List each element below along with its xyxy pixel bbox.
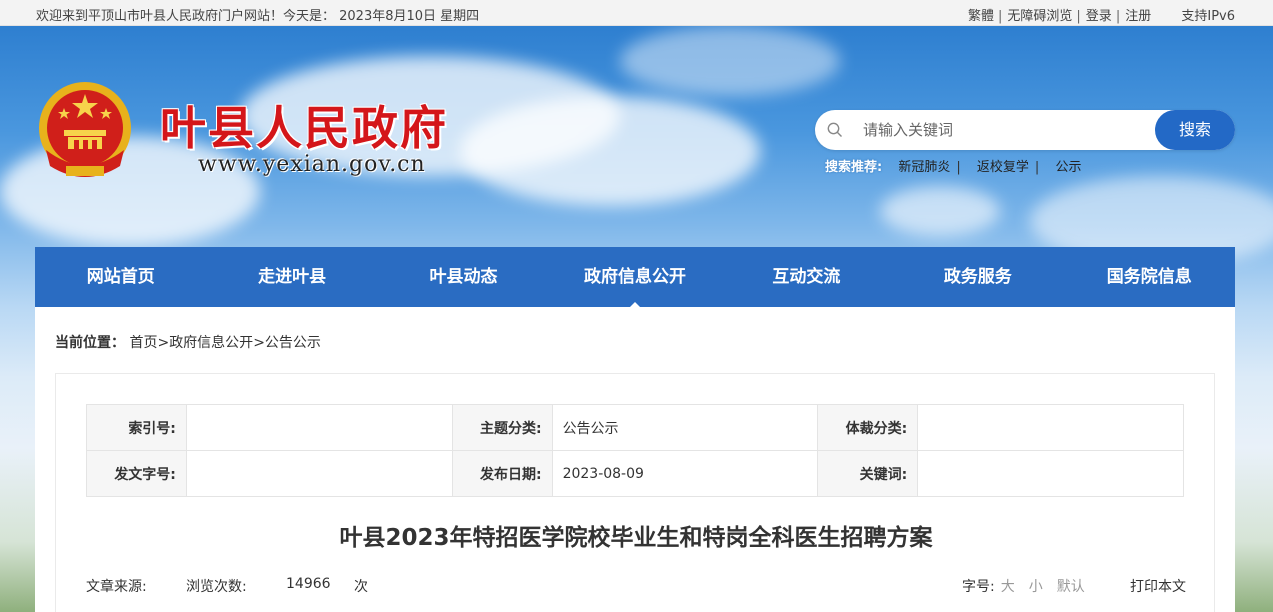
source-label: 文章来源: bbox=[86, 579, 147, 595]
doc-no-value bbox=[185, 450, 453, 497]
search-icon bbox=[827, 122, 842, 137]
ipv6-link[interactable]: 支持IPv6 bbox=[1181, 9, 1235, 24]
nav-gov-service[interactable]: 政务服务 bbox=[892, 247, 1063, 307]
views-label: 浏览次数: bbox=[186, 579, 247, 595]
site-url: www.yexian.gov.cn bbox=[198, 152, 426, 177]
nav-home[interactable]: 网站首页 bbox=[35, 247, 206, 307]
breadcrumb-notice[interactable]: 公告公示 bbox=[265, 335, 321, 351]
meta-table: 索引号: 主题分类: 公告公示 体裁分类: 发文字号: 发布日期: 2023-0… bbox=[86, 404, 1184, 497]
font-size-default[interactable]: 默认 bbox=[1057, 579, 1085, 595]
content-panel: 当前位置： 首页>政府信息公开>公告公示 索引号: 主题分类: 公告公示 体裁分… bbox=[35, 307, 1235, 612]
nav-interaction[interactable]: 互动交流 bbox=[721, 247, 892, 307]
doc-no-label: 发文字号: bbox=[86, 450, 187, 497]
top-bar: 欢迎来到平顶山市叶县人民政府门户网站！今天是： 2023年8月10日 星期四 繁… bbox=[0, 0, 1273, 26]
date-label: 发布日期: bbox=[451, 450, 553, 497]
views-unit: 次 bbox=[354, 579, 368, 595]
accessibility-link[interactable]: 无障碍浏览 bbox=[1007, 9, 1072, 24]
font-size-small[interactable]: 小 bbox=[1029, 579, 1043, 595]
font-size-label: 字号: bbox=[962, 579, 995, 595]
hot-item-notice[interactable]: 公示 bbox=[1055, 160, 1081, 175]
search-button[interactable]: 搜索 bbox=[1155, 110, 1235, 150]
topic-value: 公告公示 bbox=[551, 404, 819, 451]
views-count: 14966 bbox=[286, 576, 331, 592]
site-title: 叶县人民政府 bbox=[160, 101, 448, 155]
login-link[interactable]: 登录 bbox=[1086, 9, 1112, 24]
genre-label: 体裁分类: bbox=[817, 404, 919, 451]
date-value: 2023-08-09 bbox=[551, 450, 819, 497]
print-button[interactable]: 打印本文 bbox=[1130, 576, 1186, 596]
search-recommendations: 搜索推荐: 新冠肺炎 | 返校复学 | 公示 bbox=[825, 160, 1082, 175]
topic-label: 主题分类: bbox=[451, 404, 553, 451]
meta-row: 索引号: 主题分类: 公告公示 体裁分类: bbox=[86, 404, 1184, 451]
traditional-chinese-link[interactable]: 繁體 bbox=[968, 9, 994, 24]
register-link[interactable]: 注册 bbox=[1125, 9, 1151, 24]
search-input[interactable] bbox=[863, 118, 1143, 142]
hot-item-covid[interactable]: 新冠肺炎 bbox=[898, 160, 950, 175]
nav-news[interactable]: 叶县动态 bbox=[378, 247, 549, 307]
font-size-controls: 字号: 大小默认 bbox=[962, 576, 1085, 596]
breadcrumb: 当前位置： 首页>政府信息公开>公告公示 bbox=[55, 335, 321, 351]
index-no-value bbox=[185, 404, 453, 451]
search-recommend-label: 搜索推荐: bbox=[825, 160, 883, 175]
index-no-label: 索引号: bbox=[86, 404, 187, 451]
breadcrumb-label: 当前位置： bbox=[55, 335, 125, 351]
keywords-value bbox=[917, 450, 1184, 497]
keywords-label: 关键词: bbox=[817, 450, 919, 497]
meta-row: 发文字号: 发布日期: 2023-08-09 关键词: bbox=[86, 450, 1184, 497]
article-title: 叶县2023年特招医学院校毕业生和特岗全科医生招聘方案 bbox=[339, 525, 933, 551]
breadcrumb-gov-info[interactable]: 政府信息公开 bbox=[169, 335, 253, 351]
welcome-text: 欢迎来到平顶山市叶县人民政府门户网站！今天是： 2023年8月10日 星期四 bbox=[36, 9, 480, 24]
nav-about-yexian[interactable]: 走进叶县 bbox=[206, 247, 377, 307]
genre-value bbox=[917, 404, 1184, 451]
hot-item-school[interactable]: 返校复学 bbox=[977, 160, 1029, 175]
top-links: 繁體 | 无障碍浏览 | 登录 | 注册 支持IPv6 bbox=[967, 9, 1235, 24]
breadcrumb-home[interactable]: 首页 bbox=[129, 335, 157, 351]
nav-gov-info[interactable]: 政府信息公开 bbox=[549, 247, 720, 308]
font-size-large[interactable]: 大 bbox=[1001, 579, 1015, 595]
national-emblem-icon bbox=[39, 82, 131, 177]
main-nav: 网站首页 走进叶县 叶县动态 政府信息公开 互动交流 政务服务 国务院信息 bbox=[35, 247, 1235, 308]
search-box: 搜索 bbox=[815, 110, 1235, 150]
nav-state-council[interactable]: 国务院信息 bbox=[1064, 247, 1235, 307]
article-container: 索引号: 主题分类: 公告公示 体裁分类: 发文字号: 发布日期: 2023-0… bbox=[55, 373, 1215, 612]
